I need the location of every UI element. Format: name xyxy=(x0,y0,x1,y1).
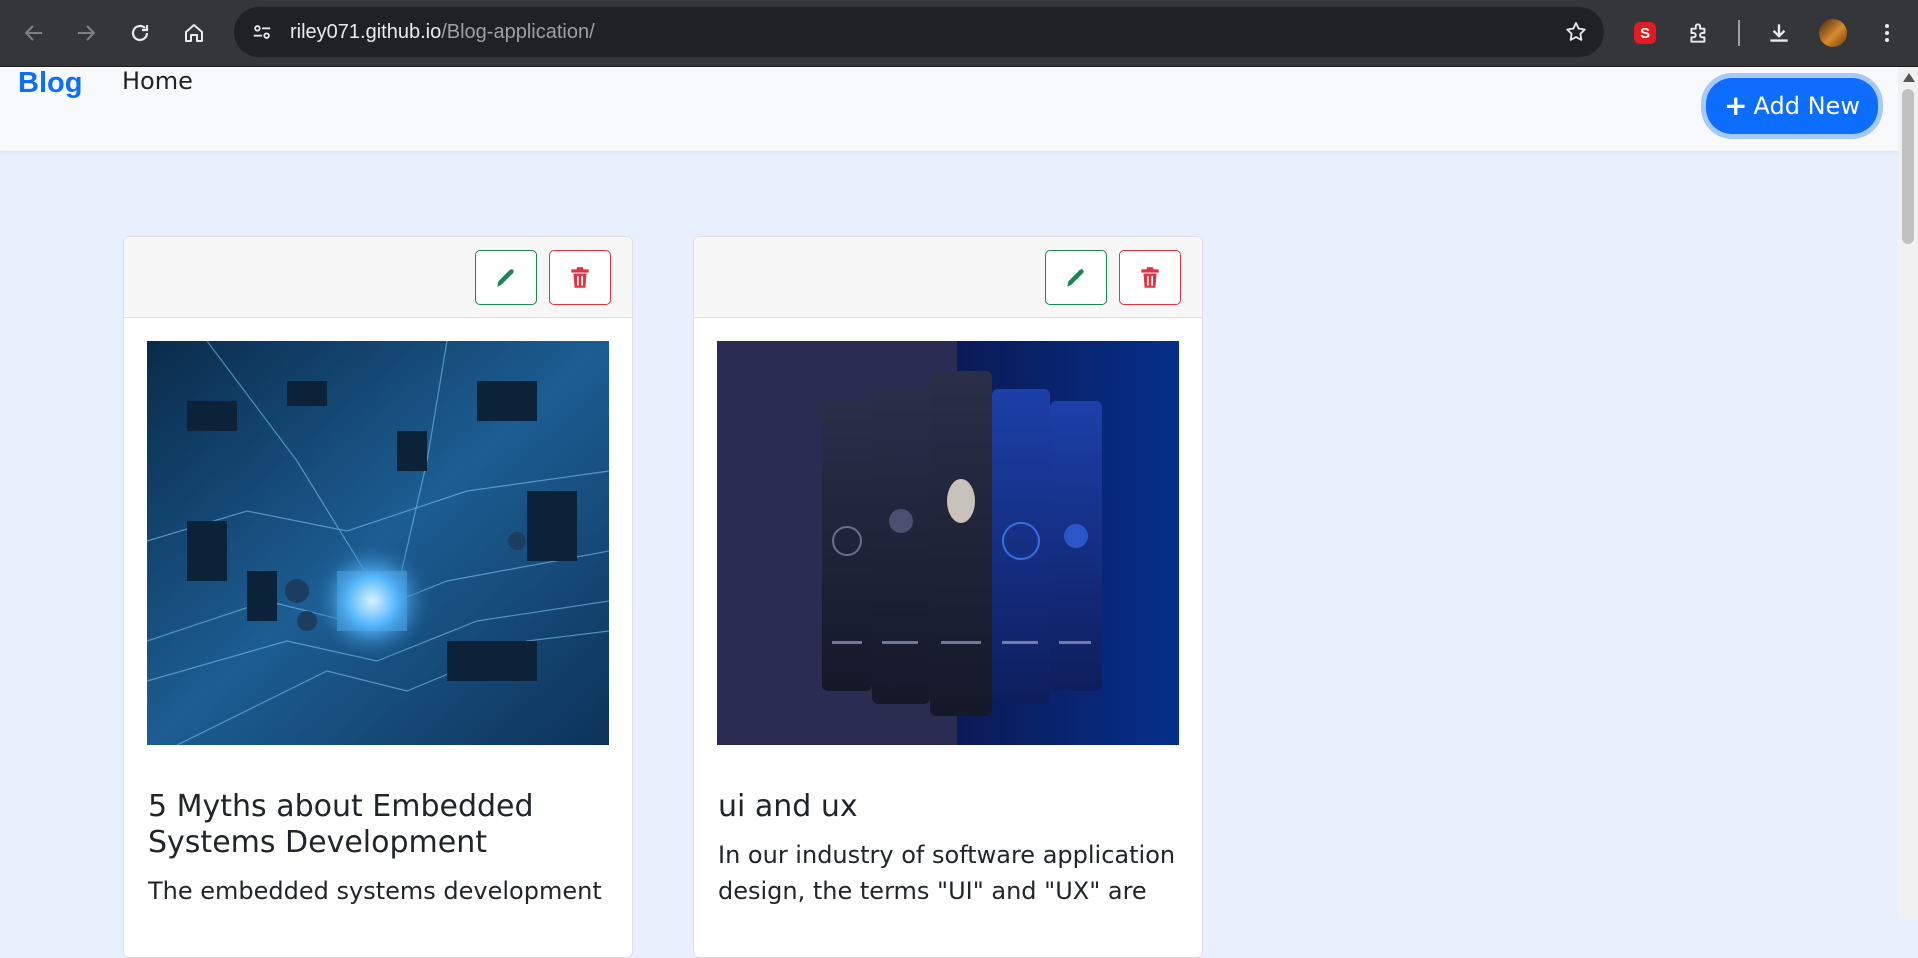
post-excerpt: The embedded systems development xyxy=(148,877,602,905)
post-excerpt: In our industry of software application … xyxy=(718,841,1176,905)
forward-button[interactable] xyxy=(64,11,108,55)
edit-post-button[interactable] xyxy=(1045,250,1107,305)
scroll-up-icon[interactable] xyxy=(1903,73,1915,82)
toolbar-divider xyxy=(1738,20,1740,46)
site-settings-icon[interactable] xyxy=(246,16,278,48)
profile-avatar xyxy=(1819,19,1847,47)
reload-button[interactable] xyxy=(118,11,162,55)
add-new-button[interactable]: + Add New xyxy=(1706,78,1878,134)
trash-icon xyxy=(571,266,589,288)
browser-toolbar: riley071.github.io/Blog-application/ S xyxy=(0,0,1918,67)
navbar-brand[interactable]: Blog xyxy=(18,67,82,100)
delete-post-button[interactable] xyxy=(1119,250,1181,305)
extension-s-button[interactable]: S xyxy=(1623,11,1667,55)
post-title: 5 Myths about Embedded Systems Developme… xyxy=(148,789,534,860)
back-arrow-icon xyxy=(24,25,42,41)
more-vertical-icon xyxy=(1885,24,1889,42)
nav-link-home[interactable]: Home xyxy=(122,67,193,95)
pencil-icon xyxy=(1067,268,1084,287)
forward-arrow-icon xyxy=(78,25,96,41)
profile-button[interactable] xyxy=(1811,11,1855,55)
post-image-circuit-board xyxy=(147,341,609,745)
home-icon xyxy=(185,24,203,42)
address-bar[interactable]: riley071.github.io/Blog-application/ xyxy=(234,7,1604,57)
url-host: riley071.github.io xyxy=(290,21,442,43)
extensions-button[interactable] xyxy=(1677,11,1721,55)
reload-icon xyxy=(131,24,149,42)
post-title: ui and ux xyxy=(718,789,858,824)
download-icon xyxy=(1770,24,1788,42)
plus-icon: + xyxy=(1724,89,1748,122)
pencil-icon xyxy=(497,268,514,287)
back-button[interactable] xyxy=(12,11,56,55)
page-scrollbar[interactable] xyxy=(1898,67,1918,919)
downloads-button[interactable] xyxy=(1757,11,1801,55)
card-header xyxy=(124,237,632,318)
edit-post-button[interactable] xyxy=(475,250,537,305)
extension-s-icon: S xyxy=(1634,22,1656,44)
browser-menu-button[interactable] xyxy=(1865,11,1909,55)
post-image-mobile-app-screens xyxy=(717,341,1179,745)
add-new-label: Add New xyxy=(1753,92,1860,120)
home-button[interactable] xyxy=(172,11,216,55)
url-text: riley071.github.io/Blog-application/ xyxy=(290,7,595,57)
scrollbar-thumb[interactable] xyxy=(1902,89,1914,244)
post-card: 5 Myths about Embedded Systems Developme… xyxy=(123,236,633,958)
post-card: ui and ux In our industry of software ap… xyxy=(693,236,1203,958)
bookmark-star-icon[interactable] xyxy=(1560,16,1592,48)
delete-post-button[interactable] xyxy=(549,250,611,305)
card-header xyxy=(694,237,1202,318)
url-path: /Blog-application/ xyxy=(441,21,595,43)
trash-icon xyxy=(1141,266,1159,288)
app-navbar: Blog Home + Add New xyxy=(0,67,1898,151)
puzzle-icon xyxy=(1690,23,1706,43)
